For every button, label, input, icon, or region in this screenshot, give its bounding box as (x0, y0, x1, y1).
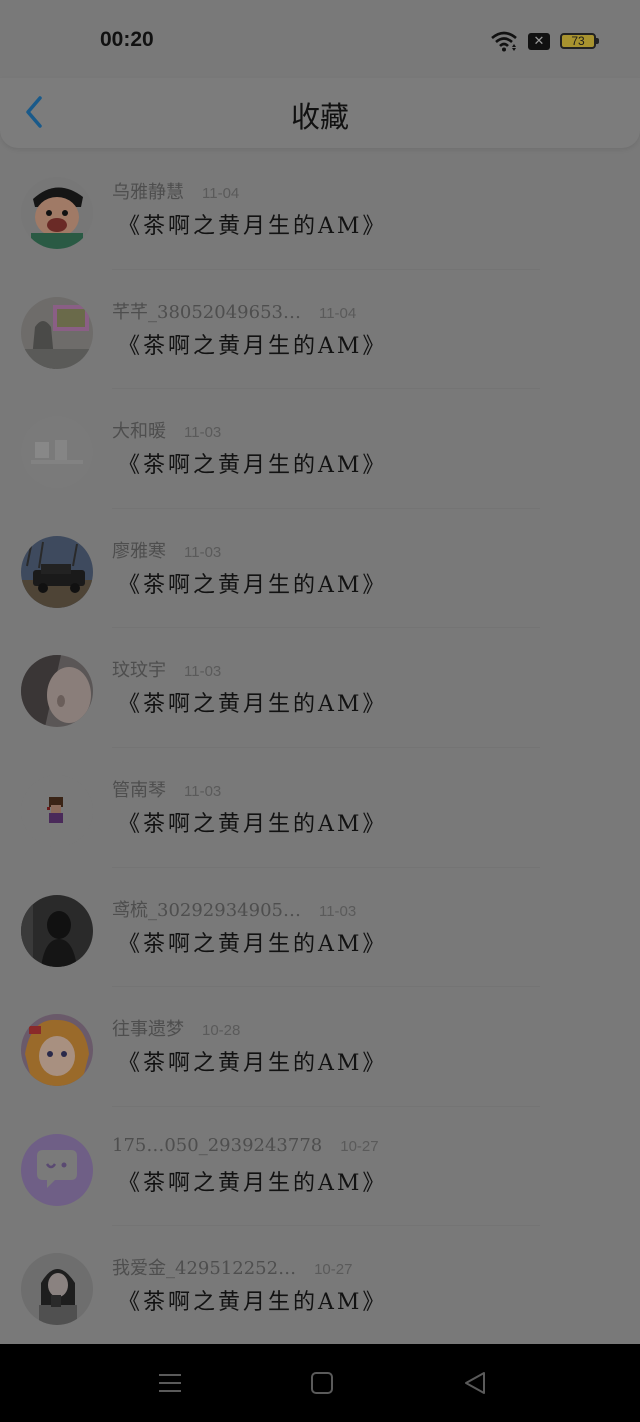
battery-level: 73 (571, 34, 585, 48)
item-meta: 玟玟宇 11-03 (112, 656, 221, 682)
item-meta: 管南琴 11-03 (112, 776, 221, 802)
face-avatar (21, 655, 93, 728)
item-meta: 鸢梳_30292934905… 11-03 (112, 896, 356, 922)
item-date: 11-03 (184, 424, 222, 442)
status-bar: 00:20 ✕ 73 (0, 0, 640, 80)
item-meta: 我爱金_429512252… 10-27 (112, 1254, 352, 1280)
list-item[interactable]: 往事遗梦 10-28 《茶啊之黄月生的AM》 (0, 987, 640, 1107)
list-item[interactable]: 175…050_2939243778 10-27 《茶啊之黄月生的AM》 (0, 1107, 640, 1227)
photo-avatar (21, 296, 93, 369)
x-box-icon: ✕ (528, 32, 550, 50)
item-date: 10-28 (202, 1022, 241, 1040)
home-button[interactable] (309, 1370, 337, 1398)
battery-icon: 73 (560, 33, 599, 49)
car-avatar (21, 535, 93, 608)
list-item[interactable]: 廖雅寒 11-03 《茶啊之黄月生的AM》 (0, 509, 640, 629)
girl-avatar (21, 1253, 93, 1326)
cartoon-avatar (21, 177, 93, 249)
list-item[interactable]: 管南琴 11-03 《茶啊之黄月生的AM》 (0, 748, 640, 868)
item-date: 11-04 (202, 185, 240, 202)
square-icon (311, 1372, 333, 1394)
user-name: 鸢梳_30292934905… (112, 899, 301, 921)
item-meta: 廖雅寒 11-03 (112, 537, 221, 563)
list-item[interactable]: 乌雅静慧 11-04 《茶啊之黄月生的AM》 (0, 150, 640, 270)
status-time: 00:20 (100, 28, 154, 51)
pixel-avatar (21, 774, 93, 847)
triangle-back-icon (465, 1372, 485, 1394)
faded-avatar (21, 416, 93, 489)
item-subject: 《茶啊之黄月生的AM》 (118, 1290, 388, 1316)
user-name: 玟玟宇 (112, 660, 166, 682)
item-subject: 《茶啊之黄月生的AM》 (118, 333, 388, 359)
item-meta: 芊芊_38052049653… 11-04 (112, 298, 356, 324)
item-subject: 《茶啊之黄月生的AM》 (118, 931, 388, 957)
chat-bubble-avatar (21, 1133, 93, 1206)
status-icons: ✕ 73 (490, 29, 599, 53)
item-subject: 《茶啊之黄月生的AM》 (118, 811, 388, 837)
dark-avatar (21, 894, 93, 967)
item-date: 11-03 (184, 782, 222, 800)
favorites-list: 乌雅静慧 11-04 《茶啊之黄月生的AM》 芊芊_38052049653… 11-… (0, 150, 640, 1346)
user-name: 廖雅寒 (112, 540, 166, 562)
item-meta: 往事遗梦 10-28 (112, 1015, 240, 1041)
item-date: 11-03 (318, 902, 357, 920)
item-meta: 大和暖 11-03 (112, 417, 221, 443)
item-subject: 《茶啊之黄月生的AM》 (118, 572, 388, 598)
list-item[interactable]: 玟玟宇 11-03 《茶啊之黄月生的AM》 (0, 628, 640, 748)
menu-button[interactable] (157, 1370, 185, 1398)
system-back-button[interactable] (462, 1370, 490, 1398)
user-name: 我爱金_429512252… (112, 1258, 297, 1280)
item-date: 11-03 (184, 543, 222, 561)
user-name: 往事遗梦 (112, 1019, 184, 1041)
list-item[interactable]: 我爱金_429512252… 10-27 《茶啊之黄月生的AM》 (0, 1226, 640, 1346)
list-item[interactable]: 芊芊_38052049653… 11-04 《茶啊之黄月生的AM》 (0, 270, 640, 390)
user-name: 乌雅静慧 (112, 182, 184, 203)
user-name: 芊芊_38052049653… (112, 301, 301, 323)
list-item[interactable]: 大和暖 11-03 《茶啊之黄月生的AM》 (0, 389, 640, 509)
item-date: 11-03 (184, 663, 222, 681)
list-item[interactable]: 鸢梳_30292934905… 11-03 《茶啊之黄月生的AM》 (0, 868, 640, 988)
menu-icon (159, 1374, 181, 1392)
user-name: 175…050_2939243778 (112, 1134, 323, 1156)
system-nav-bar (0, 1344, 640, 1422)
item-subject: 《茶啊之黄月生的AM》 (118, 1051, 388, 1077)
page-title: 收藏 (290, 100, 349, 134)
wifi-icon (491, 31, 517, 52)
item-subject: 《茶啊之黄月生的AM》 (118, 692, 388, 718)
item-subject: 《茶啊之黄月生的AM》 (118, 453, 388, 479)
item-meta: 乌雅静慧 11-04 (112, 178, 239, 204)
item-date: 10-27 (314, 1261, 353, 1279)
header: 收藏 (0, 78, 640, 148)
item-date: 11-04 (318, 304, 357, 322)
item-meta: 175…050_2939243778 10-27 (112, 1135, 379, 1156)
user-name: 管南琴 (112, 779, 166, 801)
item-subject: 《茶啊之黄月生的AM》 (118, 214, 388, 239)
anime-avatar (21, 1014, 93, 1087)
item-date: 10-27 (340, 1137, 379, 1155)
user-name: 大和暖 (112, 421, 166, 443)
item-subject: 《茶啊之黄月生的AM》 (118, 1170, 388, 1196)
